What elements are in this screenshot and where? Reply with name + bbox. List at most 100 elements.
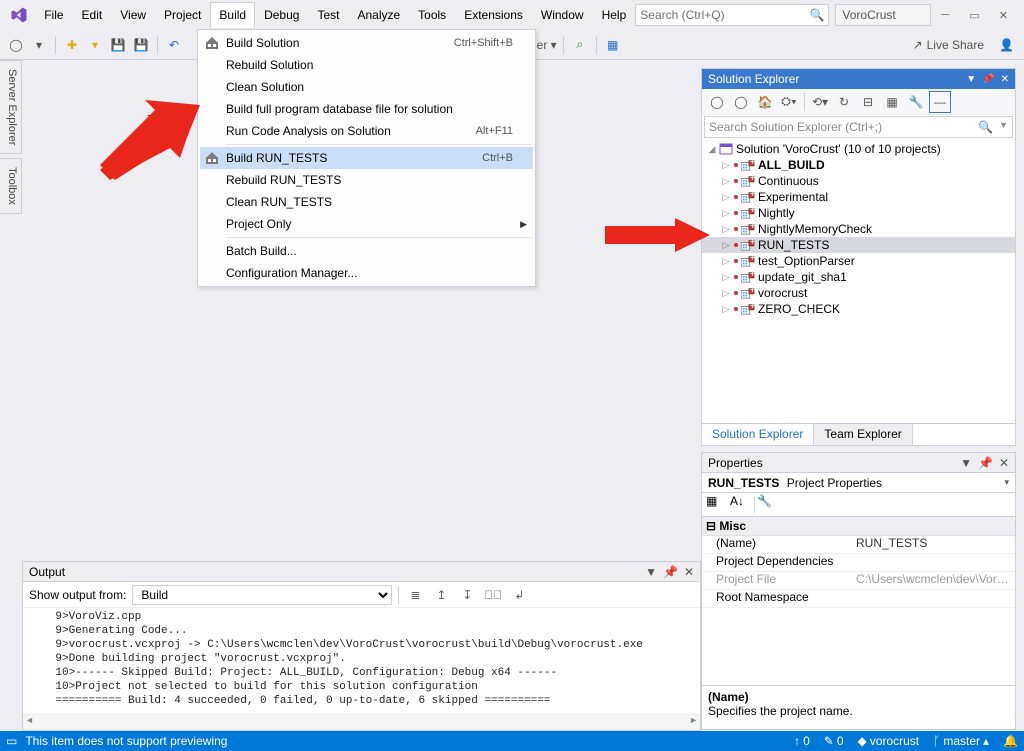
menu-extensions[interactable]: Extensions <box>455 2 532 28</box>
side-tab-toolbox[interactable]: Toolbox <box>0 158 22 214</box>
menu-item[interactable]: Build RUN_TESTSCtrl+B <box>200 147 533 169</box>
side-tab-server-explorer[interactable]: Server Explorer <box>0 60 22 154</box>
nav-fwd-icon[interactable]: ▾ <box>29 35 49 55</box>
wordwrap-icon[interactable]: ↲ <box>509 585 529 605</box>
menu-window[interactable]: Window <box>532 2 593 28</box>
publish-up-icon[interactable]: ↑ 0 <box>794 734 810 748</box>
categorized-icon[interactable]: ▦ <box>706 494 728 516</box>
property-row[interactable]: Project FileC:\Users\wcmclen\dev\VoroCru… <box>702 572 1015 590</box>
expand-icon[interactable]: ▷ <box>720 304 732 315</box>
menu-item[interactable]: Build full program database file for sol… <box>200 98 533 120</box>
menu-item[interactable]: Batch Build... <box>200 240 533 262</box>
chevron-down-icon[interactable]: ▼ <box>999 120 1008 134</box>
dropdown-arrow-icon[interactable]: ▼ <box>960 456 972 470</box>
dropdown-arrow-icon[interactable]: ▼ <box>645 565 657 579</box>
output-source-select[interactable]: Build <box>132 585 392 605</box>
dropdown-arrow-icon[interactable]: ▼ <box>966 74 976 85</box>
goto-icon[interactable]: ≣ <box>405 585 425 605</box>
account-icon[interactable]: 👤 <box>999 38 1014 52</box>
expand-icon[interactable]: ▷ <box>720 256 732 267</box>
explorer-tab[interactable]: Solution Explorer <box>702 424 814 445</box>
undo-icon[interactable]: ↶ <box>164 35 184 55</box>
project-node[interactable]: ▷++Continuous <box>702 173 1015 189</box>
expand-icon[interactable]: ▷ <box>720 192 732 203</box>
menu-item[interactable]: Rebuild RUN_TESTS <box>200 169 533 191</box>
menu-item[interactable]: Clean RUN_TESTS <box>200 191 533 213</box>
nav-back-icon[interactable]: ◯ <box>6 35 26 55</box>
clear-icon[interactable]: ✕⃞ <box>483 585 503 605</box>
expand-icon[interactable]: ▷ <box>720 176 732 187</box>
quick-search-input[interactable]: Search (Ctrl+Q) 🔍 <box>635 4 829 26</box>
save-icon[interactable]: 💾 <box>108 35 128 55</box>
property-pages-icon[interactable]: 🔧 <box>757 494 779 516</box>
close-icon[interactable]: ✕ <box>1001 74 1009 85</box>
refresh-icon[interactable]: ↻ <box>833 91 855 113</box>
output-text[interactable]: 9>VoroViz.cpp 9>Generating Code... 9>vor… <box>23 608 700 714</box>
preview-icon[interactable]: — <box>929 91 951 113</box>
menu-project[interactable]: Project <box>155 2 210 28</box>
collapse-icon[interactable]: ⊟ <box>857 91 879 113</box>
project-node[interactable]: ▷++RUN_TESTS <box>702 237 1015 253</box>
menu-item[interactable]: Run Code Analysis on SolutionAlt+F11 <box>200 120 533 142</box>
menu-tools[interactable]: Tools <box>409 2 455 28</box>
expand-icon[interactable]: ▷ <box>720 160 732 171</box>
expand-icon[interactable]: ▷ <box>720 288 732 299</box>
extension-icon[interactable]: ▦ <box>603 35 623 55</box>
next-msg-icon[interactable]: ↧ <box>457 585 477 605</box>
solution-tree[interactable]: ◢Solution 'VoroCrust' (10 of 10 projects… <box>702 139 1015 423</box>
menu-analyze[interactable]: Analyze <box>348 2 409 28</box>
pin-icon[interactable]: 📌 <box>978 456 993 470</box>
explorer-tab[interactable]: Team Explorer <box>814 424 912 445</box>
new-item-icon[interactable]: ✚ <box>62 35 82 55</box>
property-row[interactable]: Root Namespace <box>702 590 1015 608</box>
menu-edit[interactable]: Edit <box>73 2 112 28</box>
expand-icon[interactable]: ▷ <box>720 272 732 283</box>
property-row[interactable]: Project Dependencies <box>702 554 1015 572</box>
pending-down-icon[interactable]: ✎ 0 <box>824 734 844 748</box>
project-node[interactable]: ▷++update_git_sha1 <box>702 269 1015 285</box>
menu-test[interactable]: Test <box>308 2 348 28</box>
close-icon[interactable]: ✕ <box>999 456 1009 470</box>
repo-icon[interactable]: ◆ vorocrust <box>858 734 920 748</box>
project-node[interactable]: ▷++Nightly <box>702 205 1015 221</box>
menu-item[interactable]: Clean Solution <box>200 76 533 98</box>
alphabetical-icon[interactable]: A↓ <box>730 494 752 516</box>
property-grid[interactable]: ⊟ Misc (Name)RUN_TESTSProject Dependenci… <box>702 517 1015 685</box>
fwd-icon[interactable]: ◯ <box>730 91 752 113</box>
window-restore-icon[interactable]: ▭ <box>960 9 989 22</box>
expand-icon[interactable]: ◢ <box>706 144 718 155</box>
expand-icon[interactable]: ▷ <box>720 208 732 219</box>
property-row[interactable]: (Name)RUN_TESTS <box>702 536 1015 554</box>
menu-build[interactable]: Build <box>210 2 255 28</box>
properties-object-combo[interactable]: RUN_TESTS Project Properties ▾ <box>702 473 1015 493</box>
back-icon[interactable]: ◯ <box>706 91 728 113</box>
find-in-files-icon[interactable]: ⌕ <box>570 35 590 55</box>
menu-item[interactable]: Build SolutionCtrl+Shift+B <box>200 32 533 54</box>
properties-icon[interactable]: 🔧 <box>905 91 927 113</box>
window-minimize-icon[interactable]: ─ <box>931 9 960 21</box>
notifications-icon[interactable]: 🔔 <box>1003 734 1018 748</box>
show-all-icon[interactable]: ▦ <box>881 91 903 113</box>
menu-help[interactable]: Help <box>593 2 636 28</box>
menu-file[interactable]: File <box>35 2 72 28</box>
expand-icon[interactable]: ▷ <box>720 240 732 251</box>
project-node[interactable]: ▷++vorocrust <box>702 285 1015 301</box>
menu-view[interactable]: View <box>111 2 155 28</box>
solution-dropdown[interactable]: VoroCrust <box>835 4 930 26</box>
pin-icon[interactable]: 📌 <box>982 74 994 85</box>
close-icon[interactable]: ✕ <box>684 565 694 579</box>
menu-item[interactable]: Rebuild Solution <box>200 54 533 76</box>
project-node[interactable]: ▷++ALL_BUILD <box>702 157 1015 173</box>
home-icon[interactable]: 🏠 <box>754 91 776 113</box>
expand-icon[interactable]: ▷ <box>720 224 732 235</box>
menu-item[interactable]: Project Only▶ <box>200 213 533 235</box>
solution-search-input[interactable]: Search Solution Explorer (Ctrl+;) 🔍 ▼ <box>704 116 1013 138</box>
open-icon[interactable]: ▾ <box>85 35 105 55</box>
menu-debug[interactable]: Debug <box>255 2 308 28</box>
branch-icon[interactable]: ᚴ master ▴ <box>933 734 989 748</box>
scope-icon[interactable]: ⟲▾ <box>809 91 831 113</box>
menu-item[interactable]: Configuration Manager... <box>200 262 533 284</box>
solution-root[interactable]: ◢Solution 'VoroCrust' (10 of 10 projects… <box>702 141 1015 157</box>
project-node[interactable]: ▷++test_OptionParser <box>702 253 1015 269</box>
live-share-button[interactable]: ↗ Live Share <box>913 38 984 52</box>
